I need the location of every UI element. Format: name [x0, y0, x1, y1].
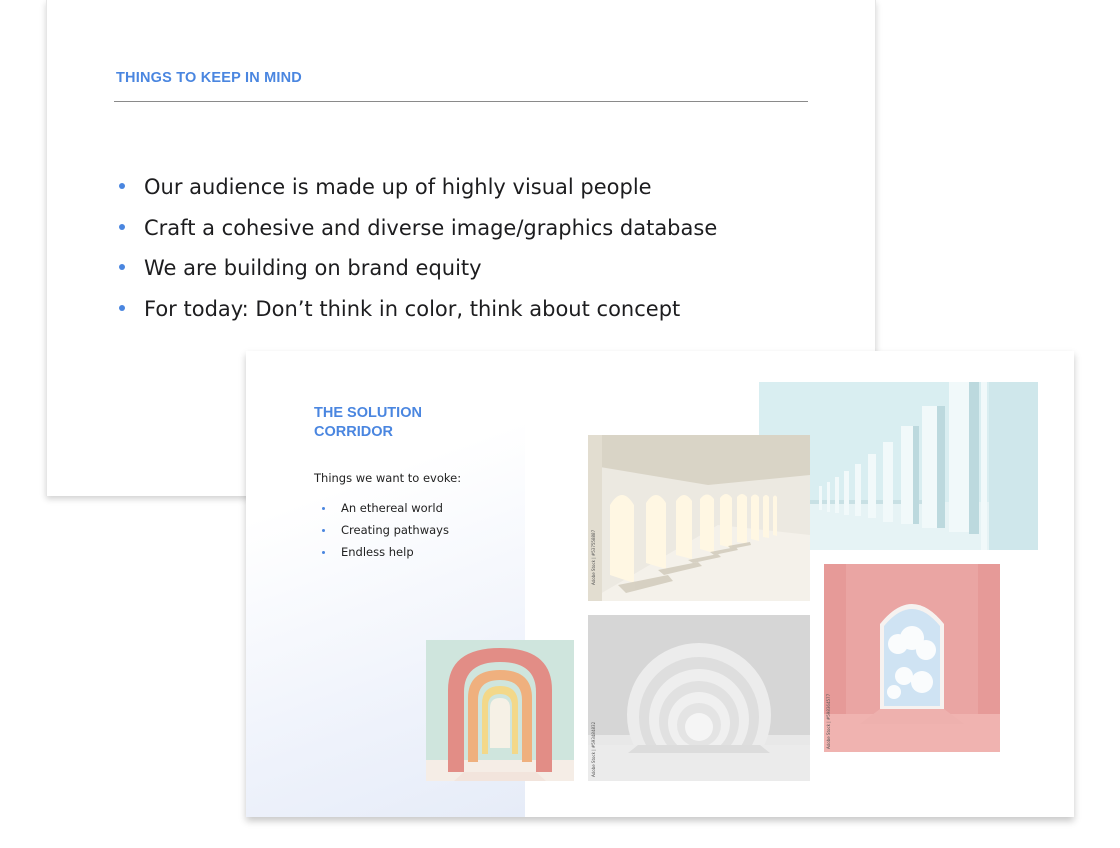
white-tunnel-photo[interactable]: Adobe Stock | #593484832 — [588, 615, 810, 781]
bullet-item: Our audience is made up of highly visual… — [117, 168, 717, 209]
bullet-text: Endless help — [341, 545, 414, 559]
bullet-dot-icon — [119, 264, 125, 270]
bullet-text: An ethereal world — [341, 501, 443, 515]
slide-title: THE SOLUTION CORRIDOR — [314, 405, 422, 440]
bullet-dot-icon — [322, 550, 325, 554]
presentation-canvas: THINGS TO KEEP IN MIND Our audience is m… — [0, 0, 1120, 848]
photo-credit: Adobe Stock | #598364577 — [826, 693, 831, 749]
slide-solution-corridor[interactable]: THE SOLUTION CORRIDOR Things we want to … — [246, 351, 1074, 817]
bullet-dot-icon — [119, 304, 125, 311]
slide-title: THINGS TO KEEP IN MIND — [116, 70, 302, 86]
photo-credit: Adobe Stock | #593484832 — [591, 721, 596, 777]
bullet-item: An ethereal world — [314, 497, 449, 519]
bullet-text: Our audience is made up of highly visual… — [144, 175, 652, 199]
bullet-dot-icon — [119, 223, 125, 230]
bullet-text: For today: Don’t think in color, think a… — [144, 296, 681, 321]
bullet-dot-icon — [119, 183, 125, 189]
bullet-item: Endless help — [314, 541, 449, 563]
bullet-text: Creating pathways — [341, 523, 449, 537]
bullet-text: Craft a cohesive and diverse image/graph… — [144, 215, 718, 240]
bullet-dot-icon — [322, 528, 325, 532]
bullet-dot-icon — [322, 506, 325, 510]
bullet-item: For today: Don’t think in color, think a… — [117, 290, 717, 331]
bullet-item: Craft a cohesive and diverse image/graph… — [117, 209, 717, 250]
pastel-arches-photo[interactable] — [426, 640, 574, 781]
pink-room-cloud-window-photo[interactable]: Adobe Stock | #598364577 — [824, 564, 1000, 752]
bullet-list: Our audience is made up of highly visual… — [117, 168, 717, 330]
bullet-item: We are building on brand equity — [117, 249, 717, 290]
bullet-text: We are building on brand equity — [144, 256, 482, 280]
bullet-item: Creating pathways — [314, 519, 449, 541]
bullet-list: An ethereal world Creating pathways Endl… — [314, 497, 449, 563]
photo-credit: Adobe Stock | #537558887 — [591, 529, 596, 585]
slide-subtitle: Things we want to evoke: — [314, 471, 462, 485]
sunlit-arches-corridor-photo[interactable]: Adobe Stock | #537558887 — [588, 435, 810, 601]
title-divider — [114, 101, 808, 102]
